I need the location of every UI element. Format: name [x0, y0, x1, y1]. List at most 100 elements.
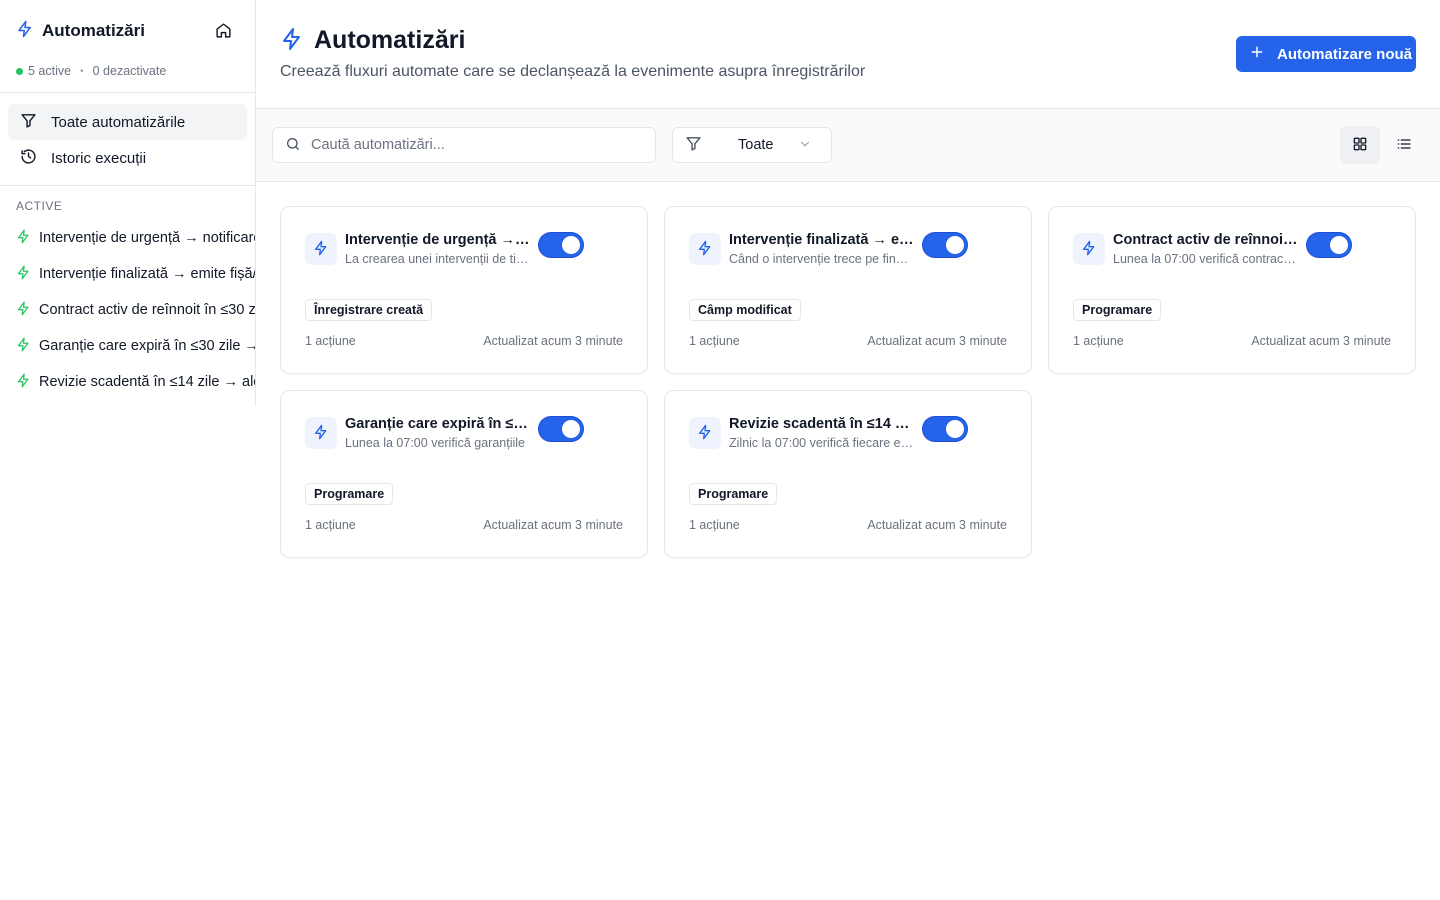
lightning-icon	[16, 337, 31, 356]
toggle-knob	[946, 420, 964, 438]
separator-dot: •	[80, 65, 84, 77]
card-action-count: 1 acțiune	[689, 518, 740, 532]
plus-icon	[1249, 44, 1265, 64]
lightning-icon	[280, 27, 304, 54]
automation-card[interactable]: Garanție care expiră în ≤30 zile Lunea l…	[280, 390, 648, 558]
sidebar-item-finished-intervention[interactable]: Intervenție finalizată → emite fișă/	[16, 256, 256, 292]
list-icon	[1396, 136, 1412, 155]
filter-icon	[685, 135, 702, 155]
history-icon	[20, 148, 37, 169]
sidebar-title: Automatizări	[42, 20, 145, 40]
list-view-button[interactable]	[1384, 126, 1424, 164]
home-icon	[215, 22, 232, 42]
toggle-knob	[1330, 236, 1348, 254]
card-action-count: 1 acțiune	[1073, 334, 1124, 348]
nav-item-execution-history[interactable]: Istoric execuții	[8, 140, 247, 176]
card-icon	[689, 233, 721, 265]
card-icon	[1073, 233, 1105, 265]
status-filter-select[interactable]: Toate	[672, 127, 832, 163]
card-updated-time: Actualizat acum 3 minute	[867, 334, 1007, 348]
search-box[interactable]	[272, 127, 656, 163]
nav-item-label: Istoric execuții	[51, 149, 147, 167]
enabled-toggle[interactable]	[923, 233, 967, 257]
automation-card[interactable]: Intervenție finalizată → emite fișă Când…	[664, 206, 1032, 374]
sidebar-section-label: ACTIVE	[16, 199, 63, 213]
lightning-icon	[16, 20, 34, 41]
automation-card[interactable]: Contract activ de reînnoit în ≤30 zile L…	[1048, 206, 1416, 374]
grid-icon	[1352, 136, 1368, 155]
sidebar-item-emergency-intervention[interactable]: Intervenție de urgență → notificare	[16, 220, 256, 256]
sidebar-item-label: Garanție care expiră în ≤30 zile →	[39, 338, 256, 354]
enabled-toggle[interactable]	[923, 417, 967, 441]
sidebar-automation-list: Intervenție de urgență → notificare Inte…	[16, 220, 256, 400]
trigger-badge: Programare	[689, 483, 778, 505]
lightning-icon	[16, 229, 31, 248]
sidebar-item-contract-renewal[interactable]: Contract activ de reînnoit în ≤30 zile	[16, 292, 256, 328]
card-icon	[305, 417, 337, 449]
active-count: 5 active	[28, 64, 72, 78]
card-action-count: 1 acțiune	[305, 518, 356, 532]
sidebar: Automatizări 5 active • 0 dezactivate To…	[0, 0, 256, 406]
sidebar-title-row: Automatizări	[16, 20, 145, 41]
card-icon	[305, 233, 337, 265]
lightning-icon	[313, 240, 329, 259]
card-action-count: 1 acțiune	[305, 334, 356, 348]
lightning-icon	[16, 373, 31, 392]
sidebar-item-label: Intervenție de urgență → notificare	[39, 230, 256, 246]
lightning-icon	[697, 240, 713, 259]
grid-view-button[interactable]	[1340, 126, 1380, 164]
nav-item-all-automations[interactable]: Toate automatizările	[8, 104, 247, 140]
trigger-badge: Înregistrare creată	[305, 299, 433, 321]
filter-icon	[20, 112, 37, 133]
toggle-knob	[562, 236, 580, 254]
sidebar-header: Automatizări 5 active • 0 dezactivate	[0, 0, 255, 93]
card-updated-time: Actualizat acum 3 minute	[867, 518, 1007, 532]
lightning-icon	[16, 265, 31, 284]
toolbar: Toate	[256, 109, 1440, 182]
lightning-icon	[697, 424, 713, 443]
home-button[interactable]	[212, 21, 234, 43]
sidebar-item-label: Contract activ de reînnoit în ≤30 zile	[39, 302, 256, 318]
card-action-count: 1 acțiune	[689, 334, 740, 348]
enabled-toggle[interactable]	[1307, 233, 1351, 257]
card-description: Zilnic la 07:00 verifică fiecare echipam…	[729, 436, 915, 450]
sidebar-item-label: Revizie scadentă în ≤14 zile → alertă	[39, 374, 256, 390]
chevron-down-icon	[798, 137, 812, 154]
main-content: Automatizări Creează fluxuri automate ca…	[256, 0, 1440, 900]
card-title: Intervenție finalizată → emite fișă	[729, 232, 915, 248]
automation-card[interactable]: Intervenție de urgență → notificare La c…	[280, 206, 648, 374]
enabled-toggle[interactable]	[539, 417, 583, 441]
card-description: Lunea la 07:00 verifică contractele	[1113, 252, 1299, 266]
search-input[interactable]	[311, 137, 631, 153]
lightning-icon	[313, 424, 329, 443]
search-icon	[285, 136, 301, 155]
automation-card[interactable]: Revizie scadentă în ≤14 zile → alertă Zi…	[664, 390, 1032, 558]
lightning-icon	[16, 301, 31, 320]
enabled-toggle[interactable]	[539, 233, 583, 257]
sidebar-nav: Toate automatizările Istoric execuții	[8, 104, 247, 176]
nav-item-label: Toate automatizările	[51, 113, 186, 131]
new-automation-button[interactable]: Automatizare nouă	[1236, 36, 1416, 72]
card-updated-time: Actualizat acum 3 minute	[483, 518, 623, 532]
card-title: Garanție care expiră în ≤30 zile	[345, 416, 531, 432]
inactive-count: 0 dezactivate	[92, 64, 167, 78]
card-icon	[689, 417, 721, 449]
trigger-badge: Programare	[1073, 299, 1162, 321]
toggle-knob	[946, 236, 964, 254]
trigger-badge: Programare	[305, 483, 394, 505]
trigger-badge: Câmp modificat	[689, 299, 801, 321]
card-description: Când o intervenție trece pe finalizată	[729, 252, 915, 266]
sidebar-item-warranty-expiry[interactable]: Garanție care expiră în ≤30 zile →	[16, 328, 256, 364]
toggle-knob	[562, 420, 580, 438]
card-title: Contract activ de reînnoit în ≤30 zile	[1113, 232, 1299, 248]
card-updated-time: Actualizat acum 3 minute	[1251, 334, 1391, 348]
sidebar-stats: 5 active • 0 dezactivate	[16, 64, 166, 78]
card-title: Revizie scadentă în ≤14 zile → alertă	[729, 416, 915, 432]
sidebar-item-label: Intervenție finalizată → emite fișă/	[39, 266, 256, 282]
new-automation-label: Automatizare nouă	[1277, 45, 1413, 63]
card-title: Intervenție de urgență → notificare	[345, 232, 531, 248]
card-description: Lunea la 07:00 verifică garanțiile	[345, 436, 525, 450]
page-title: Automatizări	[314, 26, 466, 54]
card-updated-time: Actualizat acum 3 minute	[483, 334, 623, 348]
sidebar-item-service-due[interactable]: Revizie scadentă în ≤14 zile → alertă	[16, 364, 256, 400]
